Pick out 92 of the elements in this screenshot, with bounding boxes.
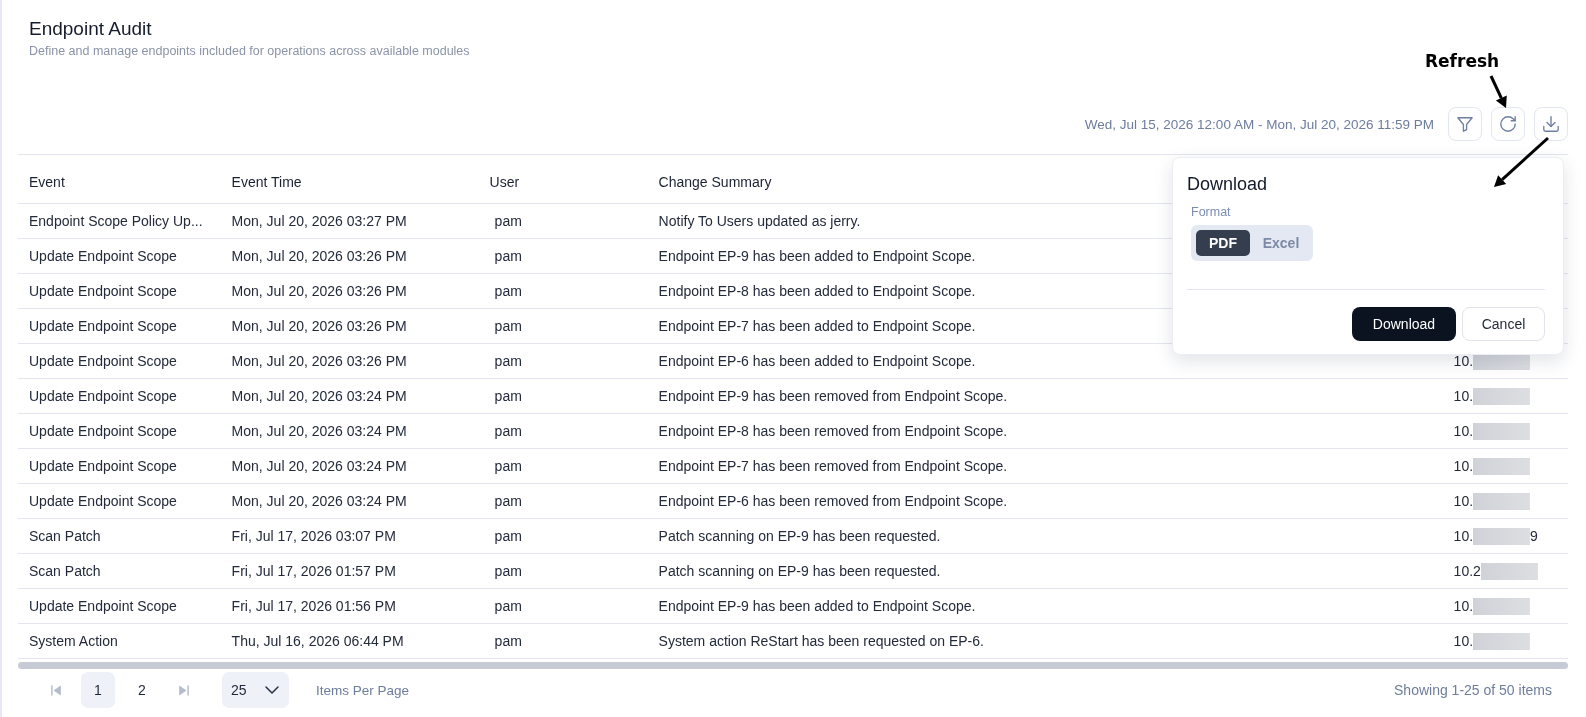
cancel-button[interactable]: Cancel [1462,307,1545,341]
user-name: pam [494,528,522,544]
event-name: Update Endpoint Scope [29,598,177,614]
event-name: Update Endpoint Scope [29,388,177,404]
event-name: Update Endpoint Scope [29,318,177,334]
event-name: Update Endpoint Scope [29,493,177,509]
change-summary: Patch scanning on EP-9 has been requested. [658,563,941,579]
change-summary: Endpoint EP-9 has been removed from Endpoint Scope. [658,388,1008,404]
ip-address: 10. [1453,528,1474,544]
user-name: pam [494,388,522,404]
per-page-label: Items Per Page [316,682,410,698]
format-option[interactable]: PDF [1196,230,1250,256]
user-name: pam [494,493,522,509]
filter-icon [1457,116,1473,132]
chevron-down-icon [265,686,279,694]
download-button[interactable] [1534,107,1568,141]
change-summary: Endpoint EP-6 has been removed from Endpoint Scope. [658,493,1008,509]
event-time: Mon, Jul 20, 2026 03:24 PM [231,493,407,509]
change-summary: Endpoint EP-7 has been added to Endpoint Scope. [658,318,976,334]
confirm-download-button[interactable]: Download [1352,307,1456,341]
column-header: User [489,174,520,190]
horizontal-scrollbar[interactable] [18,662,1568,669]
user-name: pam [494,248,522,264]
column-header: Event [29,174,65,190]
user-name: pam [494,633,522,649]
ip-address: 10. [1453,458,1474,474]
annotation-arrow [1489,75,1507,108]
user-name: pam [494,283,522,299]
event-name: System Action [29,633,118,649]
change-summary: Endpoint EP-9 has been added to Endpoint Scope. [658,598,976,614]
per-page-select[interactable]: 25 [222,672,289,708]
change-summary: System action ReStart has been requested on EP-6. [658,633,984,649]
page-button[interactable]: 2 [125,672,159,708]
last-page-icon [179,684,189,696]
event-time: Fri, Jul 17, 2026 03:07 PM [231,528,396,544]
download-icon [1543,116,1559,132]
page-button[interactable]: 1 [81,672,115,708]
ip-address: 10. [1453,388,1474,404]
event-name: Update Endpoint Scope [29,353,177,369]
ip-address: 10. [1453,493,1474,509]
column-header: Event Time [231,174,302,190]
user-name: pam [494,563,522,579]
event-name: Scan Patch [29,528,101,544]
format-label: Format [1191,204,1231,220]
event-name: Scan Patch [29,563,101,579]
event-time: Mon, Jul 20, 2026 03:26 PM [231,353,407,369]
event-name: Update Endpoint Scope [29,458,177,474]
event-name: Update Endpoint Scope [29,283,177,299]
event-time: Fri, Jul 17, 2026 01:57 PM [231,563,396,579]
refresh-button[interactable] [1491,107,1525,141]
event-time: Mon, Jul 20, 2026 03:26 PM [231,248,407,264]
change-summary: Endpoint EP-8 has been removed from Endpoint Scope. [658,423,1008,439]
ip-address: 10.2 [1453,563,1481,579]
popover-title: Download [1187,173,1268,195]
change-summary: Patch scanning on EP-9 has been requested. [658,528,941,544]
change-summary: Endpoint EP-9 has been added to Endpoint Scope. [658,248,976,264]
event-time: Thu, Jul 16, 2026 06:44 PM [231,633,404,649]
event-time: Fri, Jul 17, 2026 01:56 PM [231,598,396,614]
ip-address-suffix: 9 [1530,528,1538,544]
page-title: Endpoint Audit [29,18,152,40]
event-name: Endpoint Scope Policy Up... [29,213,203,229]
user-name: pam [494,353,522,369]
page-subtitle: Define and manage endpoints included for operations across available modules [29,43,470,59]
ip-address: 10. [1453,633,1474,649]
ip-address: 10. [1453,598,1474,614]
user-name: pam [494,213,522,229]
event-time: Mon, Jul 20, 2026 03:24 PM [231,388,407,404]
event-time: Mon, Jul 20, 2026 03:24 PM [231,458,407,474]
date-range: Wed, Jul 15, 2026 12:00 AM - Mon, Jul 20, 2026 11:59 PM [1084,116,1434,132]
event-time: Mon, Jul 20, 2026 03:26 PM [231,283,407,299]
event-name: Update Endpoint Scope [29,248,177,264]
ip-address: 10. [1453,353,1474,369]
user-name: pam [494,423,522,439]
user-name: pam [494,458,522,474]
ip-address: 10. [1453,423,1474,439]
event-name: Update Endpoint Scope [29,423,177,439]
pagination-summary: Showing 1-25 of 50 items [1394,682,1552,698]
annotation-arrow [1494,136,1549,187]
event-time: Mon, Jul 20, 2026 03:26 PM [231,318,407,334]
column-header: Change Summary [658,174,772,190]
annotation-label: Refresh [1425,50,1500,72]
change-summary: Notify To Users updated as jerry. [658,213,861,229]
event-time: Mon, Jul 20, 2026 03:27 PM [231,213,407,229]
user-name: pam [494,598,522,614]
change-summary: Endpoint EP-6 has been added to Endpoint Scope. [658,353,976,369]
user-name: pam [494,318,522,334]
change-summary: Endpoint EP-8 has been added to Endpoint Scope. [658,283,976,299]
event-time: Mon, Jul 20, 2026 03:24 PM [231,423,407,439]
filter-button[interactable] [1448,107,1482,141]
first-page-icon [51,684,61,696]
refresh-icon [1500,116,1516,132]
change-summary: Endpoint EP-7 has been removed from Endpoint Scope. [658,458,1008,474]
